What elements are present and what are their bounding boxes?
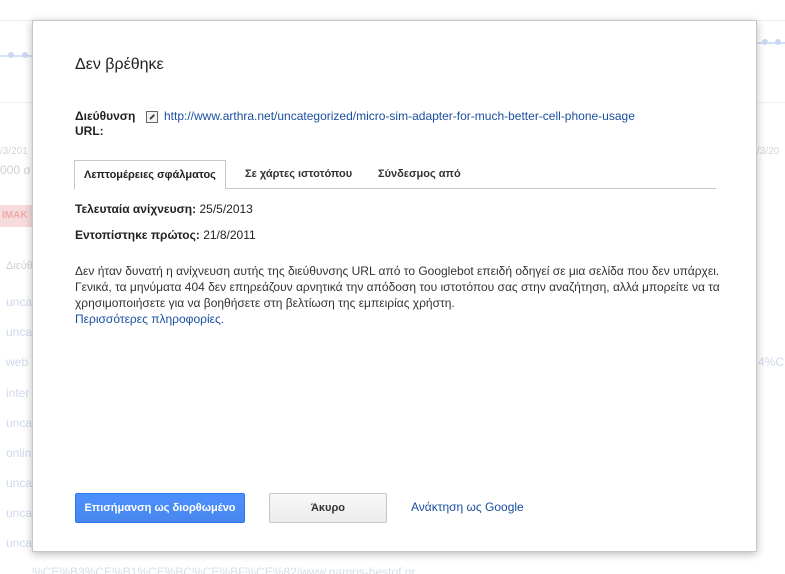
first-detected-value: 21/8/2011 <box>203 228 256 242</box>
error-description: Δεν ήταν δυνατή η ανίχνευση αυτής της δι… <box>75 264 720 310</box>
background-count: 000 σ <box>0 163 31 177</box>
dialog-title: Δεν βρέθηκε <box>75 56 164 73</box>
background-row: unca <box>6 536 33 550</box>
more-info-link[interactable]: Περισσότερες πληροφορίες. <box>75 312 224 326</box>
background-row: inter <box>6 386 30 400</box>
first-detected-label: Εντοπίστηκε πρώτος: <box>75 228 200 242</box>
background-footer-url: %CE%B3%CE%B1%CE%BC%CE%BF%CE%82/www.gamos… <box>32 565 416 574</box>
not-found-dialog: Δεν βρέθηκε Διεύθυνση URL: http://www.ar… <box>32 20 757 552</box>
background-chart-point <box>762 39 768 45</box>
background-chart-point <box>22 52 28 58</box>
background-row-right: 4%C <box>758 355 785 369</box>
background-row: unca <box>6 295 33 309</box>
background-chart-line-left <box>0 55 34 57</box>
details-tabs: Λεπτομέρειες σφάλματος Σε χάρτες ιστοτόπ… <box>74 160 716 190</box>
tab-linked-from[interactable]: Σύνδεσμος από <box>369 160 470 189</box>
url-label: Διεύθυνση URL: <box>75 109 136 138</box>
last-crawled: Τελευταία ανίχνευση: 25/5/2013 <box>75 202 253 216</box>
background-chart-point <box>775 39 781 45</box>
first-detected: Εντοπίστηκε πρώτος: 21/8/2011 <box>75 228 256 242</box>
background-column-header: Διεύθ <box>6 260 33 272</box>
background-row: unca <box>6 416 33 430</box>
cancel-button[interactable]: Άκυρο <box>269 493 387 523</box>
background-row: unca <box>6 325 33 339</box>
tab-error-details[interactable]: Λεπτομέρειες σφάλματος <box>74 160 226 190</box>
last-crawled-label: Τελευταία ανίχνευση: <box>75 202 197 216</box>
background-chart-point <box>8 52 14 58</box>
tab-in-sitemaps[interactable]: Σε χάρτες ιστοτόπου <box>236 160 361 189</box>
background-row: web <box>6 355 29 369</box>
fetch-as-google-link[interactable]: Ανάκτηση ως Google <box>411 500 524 514</box>
background-date-left: /3/201 <box>0 146 28 157</box>
background-row: onlin <box>6 446 32 460</box>
mark-as-fixed-button[interactable]: Επισήμανση ως διορθωμένο <box>75 493 245 523</box>
last-crawled-value: 25/5/2013 <box>199 202 253 216</box>
error-url-link[interactable]: http://www.arthra.net/uncategorized/micr… <box>164 109 635 123</box>
background-row: unca <box>6 476 33 490</box>
background-date-right: /3/20 <box>757 146 780 157</box>
background-red-badge: ΙΜΑΚ <box>0 205 32 227</box>
external-link-icon[interactable] <box>146 111 158 123</box>
background-row: unca <box>6 506 33 520</box>
